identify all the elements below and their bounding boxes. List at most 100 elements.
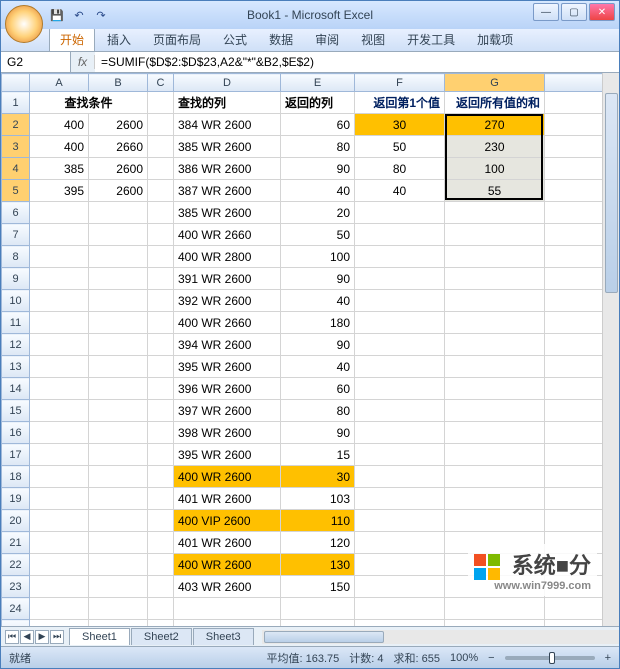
close-button[interactable]: ✕ xyxy=(589,3,615,21)
cell-E10[interactable]: 40 xyxy=(281,290,355,312)
cell-D3[interactable]: 385 WR 2600 xyxy=(174,136,281,158)
cell-C8[interactable] xyxy=(148,246,174,268)
cell-B21[interactable] xyxy=(89,532,148,554)
cell-C15[interactable] xyxy=(148,400,174,422)
cell-G24[interactable] xyxy=(445,598,545,620)
row-header-23[interactable]: 23 xyxy=(2,576,30,598)
cell-A2[interactable]: 400 xyxy=(30,114,89,136)
cell-G18[interactable] xyxy=(445,466,545,488)
cell-A16[interactable] xyxy=(30,422,89,444)
cell-B25[interactable] xyxy=(89,620,148,627)
row-header-9[interactable]: 9 xyxy=(2,268,30,290)
cell-G3[interactable]: 230 xyxy=(445,136,545,158)
cell-E13[interactable]: 40 xyxy=(281,356,355,378)
cell-C11[interactable] xyxy=(148,312,174,334)
tab-addins[interactable]: 加载项 xyxy=(467,28,523,51)
cell-D15[interactable]: 397 WR 2600 xyxy=(174,400,281,422)
cell-F15[interactable] xyxy=(355,400,445,422)
col-header-D[interactable]: D xyxy=(174,74,281,92)
cell-C17[interactable] xyxy=(148,444,174,466)
cell-G5[interactable]: 55 xyxy=(445,180,545,202)
cell-E16[interactable]: 90 xyxy=(281,422,355,444)
cell-B12[interactable] xyxy=(89,334,148,356)
cell-B2[interactable]: 2600 xyxy=(89,114,148,136)
cell-F14[interactable] xyxy=(355,378,445,400)
cell-F16[interactable] xyxy=(355,422,445,444)
cell-F13[interactable] xyxy=(355,356,445,378)
cell-G12[interactable] xyxy=(445,334,545,356)
cell-G10[interactable] xyxy=(445,290,545,312)
cell-B10[interactable] xyxy=(89,290,148,312)
row-header-2[interactable]: 2 xyxy=(2,114,30,136)
row-header-18[interactable]: 18 xyxy=(2,466,30,488)
row-header-5[interactable]: 5 xyxy=(2,180,30,202)
cell-A14[interactable] xyxy=(30,378,89,400)
cell-G15[interactable] xyxy=(445,400,545,422)
cell-E19[interactable]: 103 xyxy=(281,488,355,510)
row-header-8[interactable]: 8 xyxy=(2,246,30,268)
cell-C4[interactable] xyxy=(148,158,174,180)
row-header-24[interactable]: 24 xyxy=(2,598,30,620)
vertical-scrollbar[interactable] xyxy=(602,73,619,626)
row-header-21[interactable]: 21 xyxy=(2,532,30,554)
cell-D8[interactable]: 400 WR 2800 xyxy=(174,246,281,268)
zoom-slider[interactable] xyxy=(505,656,595,660)
cell-D19[interactable]: 401 WR 2600 xyxy=(174,488,281,510)
cell-E12[interactable]: 90 xyxy=(281,334,355,356)
cell-F6[interactable] xyxy=(355,202,445,224)
cell-D7[interactable]: 400 WR 2660 xyxy=(174,224,281,246)
cell-D11[interactable]: 400 WR 2660 xyxy=(174,312,281,334)
cell-G7[interactable] xyxy=(445,224,545,246)
cell-D4[interactable]: 386 WR 2600 xyxy=(174,158,281,180)
cell-G16[interactable] xyxy=(445,422,545,444)
cell-F2[interactable]: 30 xyxy=(355,114,445,136)
cell-D18[interactable]: 400 WR 2600 xyxy=(174,466,281,488)
cell-G8[interactable] xyxy=(445,246,545,268)
row-header-16[interactable]: 16 xyxy=(2,422,30,444)
cell-E22[interactable]: 130 xyxy=(281,554,355,576)
row-header-14[interactable]: 14 xyxy=(2,378,30,400)
cell-F7[interactable] xyxy=(355,224,445,246)
cell-E7[interactable]: 50 xyxy=(281,224,355,246)
cell-F10[interactable] xyxy=(355,290,445,312)
cell-A18[interactable] xyxy=(30,466,89,488)
cell-E24[interactable] xyxy=(281,598,355,620)
cell-D23[interactable]: 403 WR 2600 xyxy=(174,576,281,598)
row-header-11[interactable]: 11 xyxy=(2,312,30,334)
cell-A11[interactable] xyxy=(30,312,89,334)
col-header-B[interactable]: B xyxy=(89,74,148,92)
col-header-A[interactable]: A xyxy=(30,74,89,92)
tab-insert[interactable]: 插入 xyxy=(97,28,141,51)
cell-F22[interactable] xyxy=(355,554,445,576)
cell-F25[interactable] xyxy=(355,620,445,627)
row-header-17[interactable]: 17 xyxy=(2,444,30,466)
cell-C12[interactable] xyxy=(148,334,174,356)
cell-C9[interactable] xyxy=(148,268,174,290)
cell-D14[interactable]: 396 WR 2600 xyxy=(174,378,281,400)
cell-F19[interactable] xyxy=(355,488,445,510)
cell-A15[interactable] xyxy=(30,400,89,422)
cell-F20[interactable] xyxy=(355,510,445,532)
cell-F23[interactable] xyxy=(355,576,445,598)
cell-D25[interactable] xyxy=(174,620,281,627)
cell-C18[interactable] xyxy=(148,466,174,488)
cell-D22[interactable]: 400 WR 2600 xyxy=(174,554,281,576)
col-header-F[interactable]: F xyxy=(355,74,445,92)
cell-D10[interactable]: 392 WR 2600 xyxy=(174,290,281,312)
row-header-20[interactable]: 20 xyxy=(2,510,30,532)
cell-B23[interactable] xyxy=(89,576,148,598)
cell-F17[interactable] xyxy=(355,444,445,466)
cell-C6[interactable] xyxy=(148,202,174,224)
cell-D12[interactable]: 394 WR 2600 xyxy=(174,334,281,356)
cell-A10[interactable] xyxy=(30,290,89,312)
cell-C7[interactable] xyxy=(148,224,174,246)
cell-G11[interactable] xyxy=(445,312,545,334)
cell-C3[interactable] xyxy=(148,136,174,158)
cell-C16[interactable] xyxy=(148,422,174,444)
zoom-level[interactable]: 100% xyxy=(450,652,478,664)
cell-E11[interactable]: 180 xyxy=(281,312,355,334)
cell-B3[interactable]: 2660 xyxy=(89,136,148,158)
sheet-nav-prev[interactable]: ◀ xyxy=(20,630,34,644)
tab-data[interactable]: 数据 xyxy=(259,28,303,51)
cell-C19[interactable] xyxy=(148,488,174,510)
